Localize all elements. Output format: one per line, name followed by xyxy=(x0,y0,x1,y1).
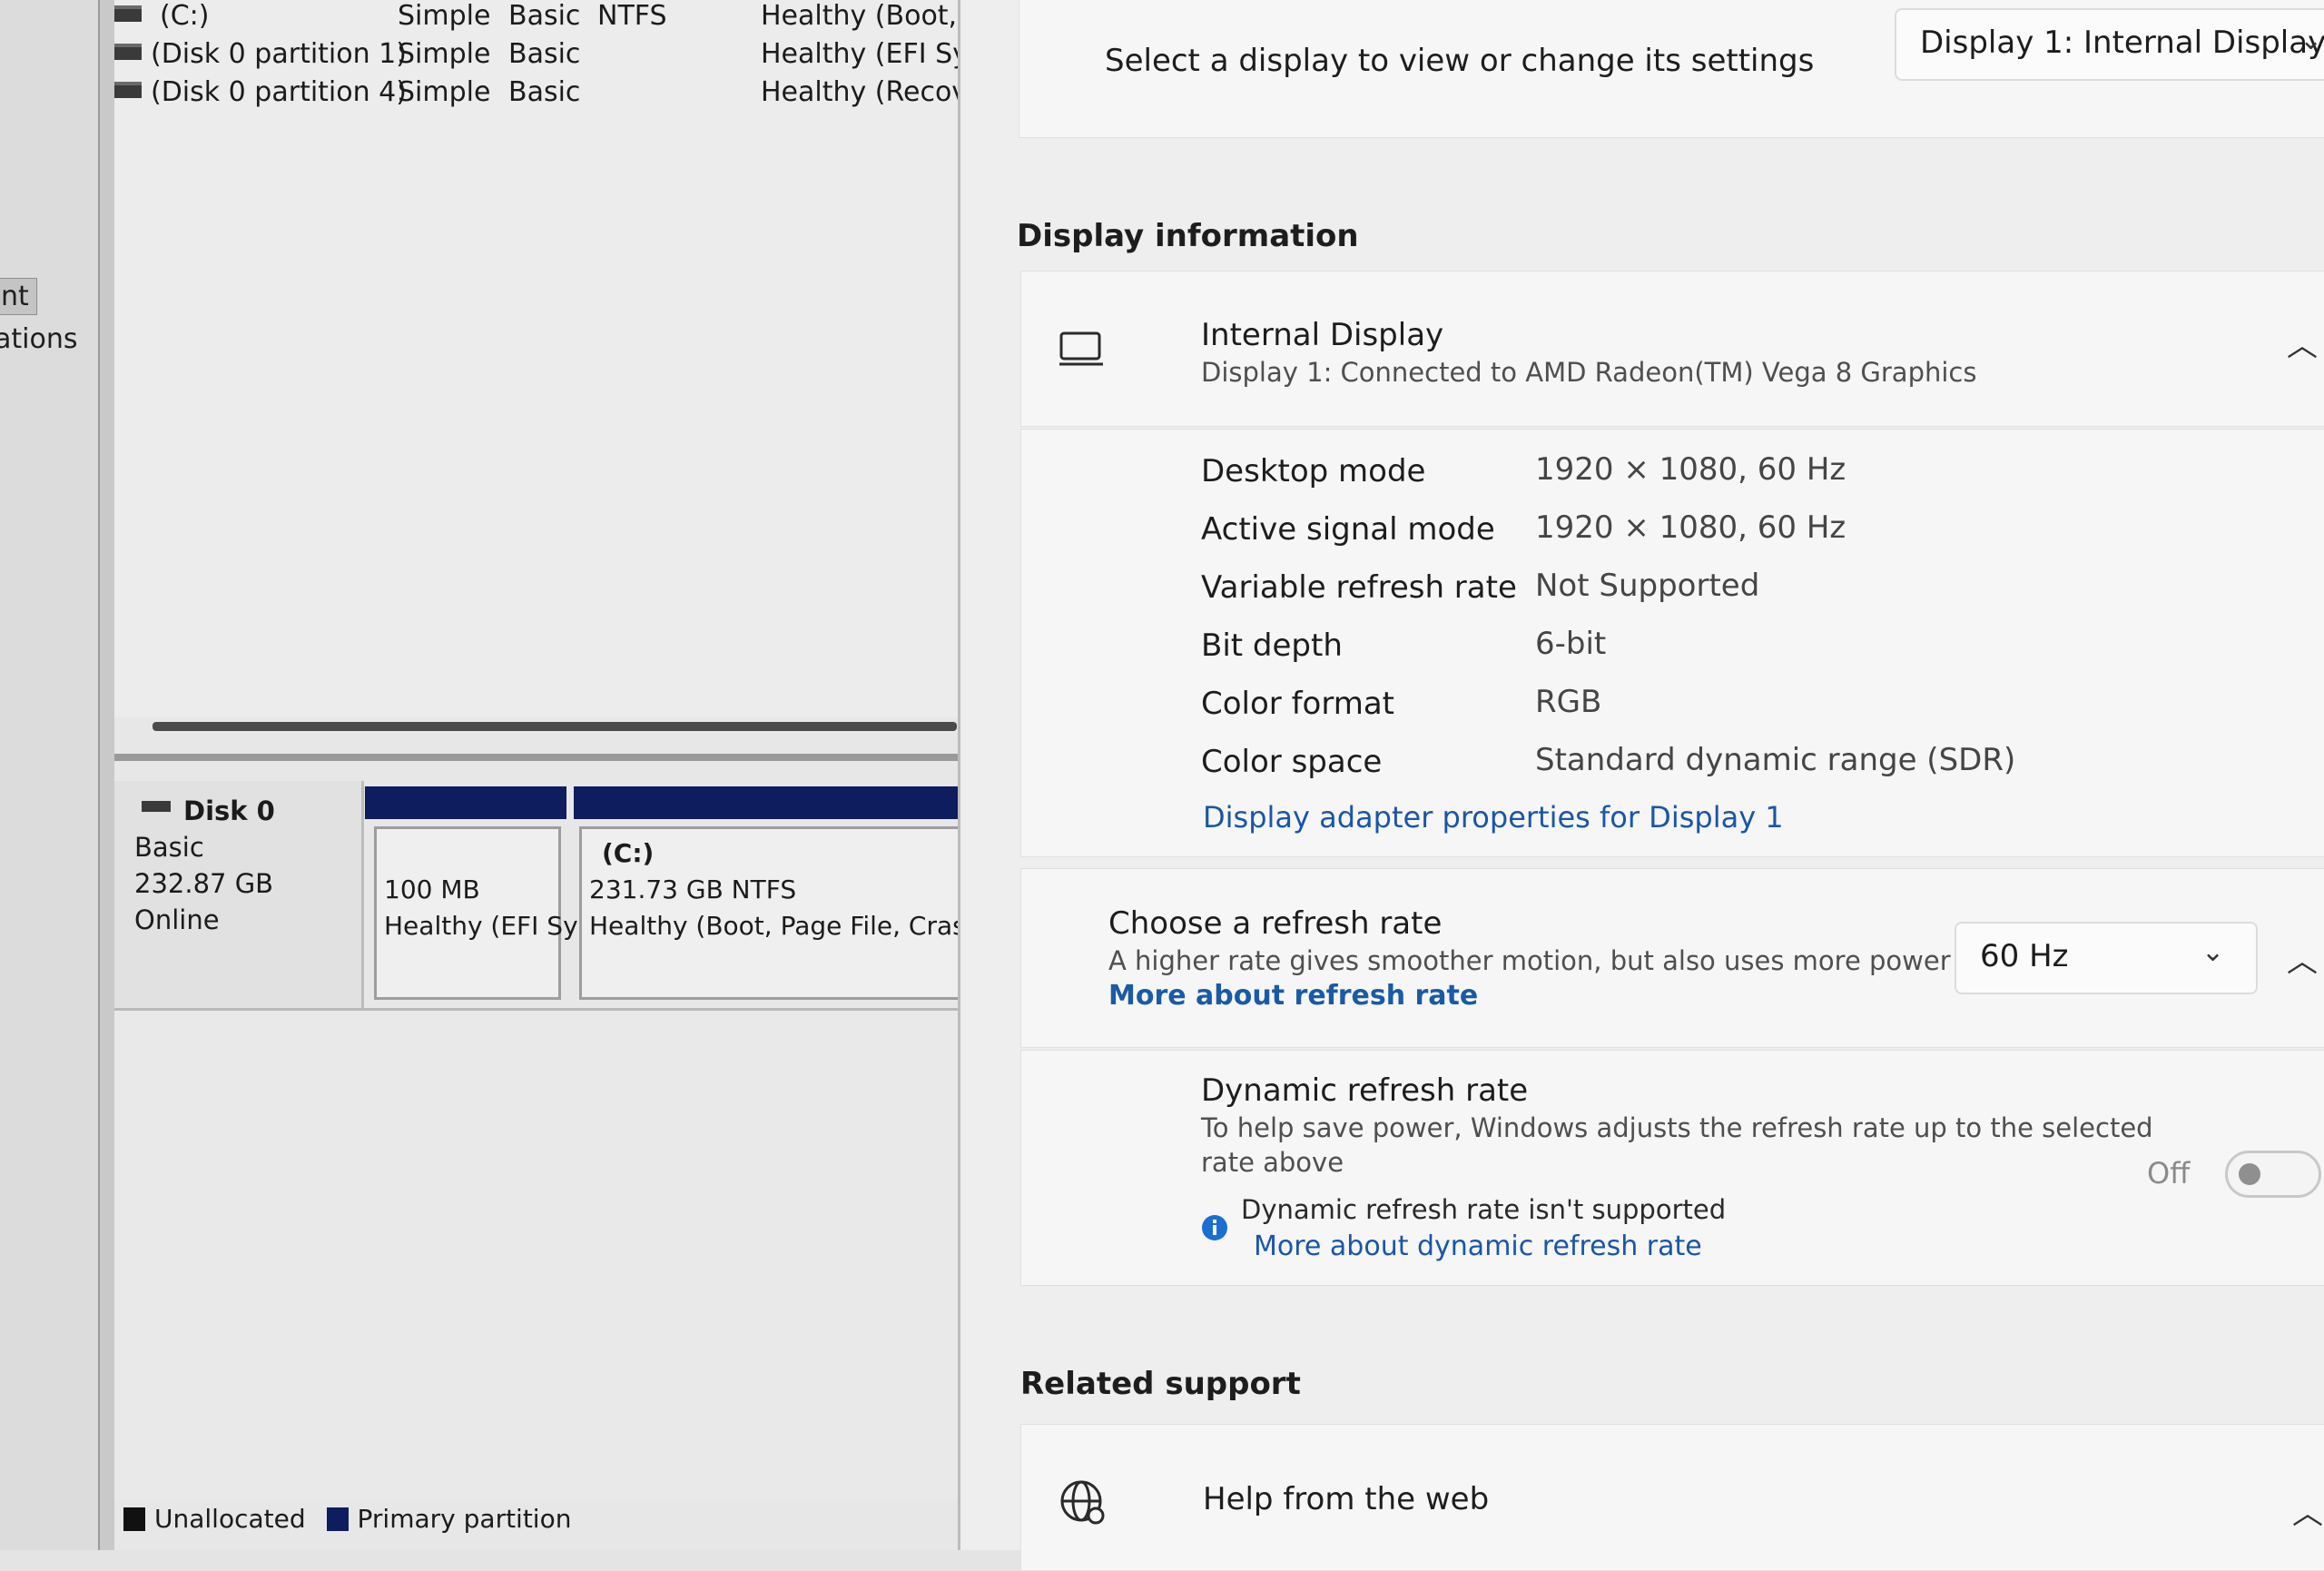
dynamic-refresh-toggle-label: Off xyxy=(2147,1156,2191,1191)
sidebar-item-operations[interactable]: ations xyxy=(0,323,77,355)
partition-efi[interactable]: 100 MB Healthy (EFI Sy xyxy=(374,826,578,1000)
dynamic-refresh-desc-line2: rate above xyxy=(1201,1147,1344,1178)
disk-type: Basic xyxy=(134,832,204,863)
partition-size: 100 MB xyxy=(384,874,480,904)
refresh-rate-card: Choose a refresh rate A higher rate give… xyxy=(1020,868,2324,1048)
info-value-vrr: Not Supported xyxy=(1535,568,1760,604)
volume-name: (C:) xyxy=(160,0,210,32)
info-value-active-signal: 1920 × 1080, 60 Hz xyxy=(1535,509,1846,546)
info-value-bit-depth: 6-bit xyxy=(1535,626,1607,662)
primary-swatch xyxy=(326,1507,349,1531)
display-select-dropdown[interactable]: Display 1: Internal Display ⌄ xyxy=(1895,8,2324,81)
volume-type: Basic xyxy=(508,38,581,70)
refresh-rate-dropdown[interactable]: 60 Hz ⌄ xyxy=(1955,922,2258,994)
toggle-knob xyxy=(2239,1163,2260,1185)
dynamic-refresh-title: Dynamic refresh rate xyxy=(1201,1072,1529,1109)
disk-icon xyxy=(142,801,171,812)
chevron-up-icon[interactable]: ︿ xyxy=(2292,1488,2323,1533)
adapter-properties-link[interactable]: Display adapter properties for Display 1 xyxy=(1203,800,1784,835)
dynamic-refresh-desc-line1: To help save power, Windows adjusts the … xyxy=(1201,1112,2153,1143)
monitor-icon xyxy=(1059,331,1103,366)
info-label-color-space: Color space xyxy=(1201,744,1383,780)
display-settings-window: Select a display to view or change its s… xyxy=(958,0,2324,1571)
chevron-down-icon: ⌄ xyxy=(2299,25,2323,56)
info-icon xyxy=(1202,1215,1227,1240)
partition-label: (C:) xyxy=(602,838,655,868)
pane-splitter[interactable] xyxy=(114,754,959,761)
display-title: Internal Display xyxy=(1201,317,1444,353)
partition-c[interactable]: (C:) 231.73 GB NTFS Healthy (Boot, Page … xyxy=(579,826,981,1000)
horizontal-scrollbar[interactable] xyxy=(153,722,957,731)
volume-type: Basic xyxy=(508,0,581,32)
dynamic-refresh-toggle[interactable] xyxy=(2225,1151,2321,1198)
info-label-color-format: Color format xyxy=(1201,686,1395,722)
info-value-color-space: Standard dynamic range (SDR) xyxy=(1535,742,2016,778)
partition-bar xyxy=(574,786,959,819)
partition-status: Healthy (Boot, Page File, Crash xyxy=(589,911,982,941)
partition-status: Healthy (EFI Sy xyxy=(384,911,578,941)
volume-icon xyxy=(114,44,142,60)
refresh-rate-title: Choose a refresh rate xyxy=(1108,905,1443,942)
chevron-up-icon[interactable]: ︿ xyxy=(2287,936,2318,981)
info-label-desktop-mode: Desktop mode xyxy=(1201,453,1426,489)
chevron-down-icon: ⌄ xyxy=(2201,936,2225,968)
disk-0-header[interactable]: Disk 0 Basic 232.87 GB Online xyxy=(114,781,364,1008)
select-display-card: Select a display to view or change its s… xyxy=(1019,0,2324,138)
dm-sidebar xyxy=(0,0,98,1550)
info-value-desktop-mode: 1920 × 1080, 60 Hz xyxy=(1535,451,1846,488)
volume-layout: Simple xyxy=(398,0,491,32)
display-subtitle: Display 1: Connected to AMD Radeon(TM) V… xyxy=(1201,357,1977,388)
volume-name: (Disk 0 partition 4) xyxy=(151,76,407,108)
partition-size: 231.73 GB NTFS xyxy=(589,874,797,904)
info-label-active-signal: Active signal mode xyxy=(1201,511,1495,548)
dm-sidebar-edge[interactable] xyxy=(98,0,114,1550)
disk-area-empty xyxy=(114,1008,959,1501)
dynamic-refresh-card: Dynamic refresh rate To help save power,… xyxy=(1020,1050,2324,1286)
refresh-rate-desc: A higher rate gives smoother motion, but… xyxy=(1108,945,1951,976)
volume-layout: Simple xyxy=(398,76,491,108)
refresh-rate-value: 60 Hz xyxy=(1980,938,2069,974)
disk-size: 232.87 GB xyxy=(134,868,274,899)
legend-unallocated: Unallocated xyxy=(154,1504,306,1534)
volume-status: Healthy (Recove xyxy=(761,76,985,108)
globe-icon xyxy=(1060,1480,1105,1525)
info-label-bit-depth: Bit depth xyxy=(1201,627,1343,664)
internal-display-header[interactable]: Internal Display Display 1: Connected to… xyxy=(1020,271,2324,427)
info-value-color-format: RGB xyxy=(1535,684,1602,720)
display-info-details: Desktop mode 1920 × 1080, 60 Hz Active s… xyxy=(1020,429,2324,857)
refresh-rate-link[interactable]: More about refresh rate xyxy=(1108,980,1478,1012)
volume-type: Basic xyxy=(508,76,581,108)
partition-map: 100 MB Healthy (EFI Sy (C:) 231.73 GB NT… xyxy=(365,786,981,1004)
chevron-up-icon[interactable]: ︿ xyxy=(2287,321,2318,365)
partition-bar xyxy=(365,786,566,819)
help-from-web-card[interactable]: Help from the web ︿ xyxy=(1020,1424,2324,1571)
volume-list: (C:) Simple Basic NTFS Healthy (Boot, P … xyxy=(114,0,985,717)
volume-name: (Disk 0 partition 1) xyxy=(151,38,407,70)
dynamic-refresh-link[interactable]: More about dynamic refresh rate xyxy=(1254,1230,1702,1262)
legend: Unallocated Primary partition xyxy=(123,1504,571,1534)
legend-primary: Primary partition xyxy=(357,1504,572,1534)
section-heading-related: Related support xyxy=(1020,1366,1301,1402)
unallocated-swatch xyxy=(123,1507,145,1531)
disk-state: Online xyxy=(134,904,220,935)
dynamic-refresh-note: Dynamic refresh rate isn't supported xyxy=(1241,1194,1727,1225)
volume-layout: Simple xyxy=(398,38,491,70)
volume-icon xyxy=(114,82,142,98)
disk-name: Disk 0 xyxy=(183,795,275,826)
volume-icon xyxy=(114,5,142,22)
volume-fs: NTFS xyxy=(597,0,667,32)
sidebar-item-management[interactable]: nt xyxy=(0,278,37,315)
volume-status: Healthy (Boot, P xyxy=(761,0,982,32)
select-display-label: Select a display to view or change its s… xyxy=(1105,43,1815,79)
help-from-web-label: Help from the web xyxy=(1203,1481,1490,1517)
volume-status: Healthy (EFI Sys xyxy=(761,38,983,70)
info-label-vrr: Variable refresh rate xyxy=(1201,569,1517,606)
display-select-value: Display 1: Internal Display xyxy=(1920,25,2324,61)
section-heading-display-info: Display information xyxy=(1017,218,1359,254)
